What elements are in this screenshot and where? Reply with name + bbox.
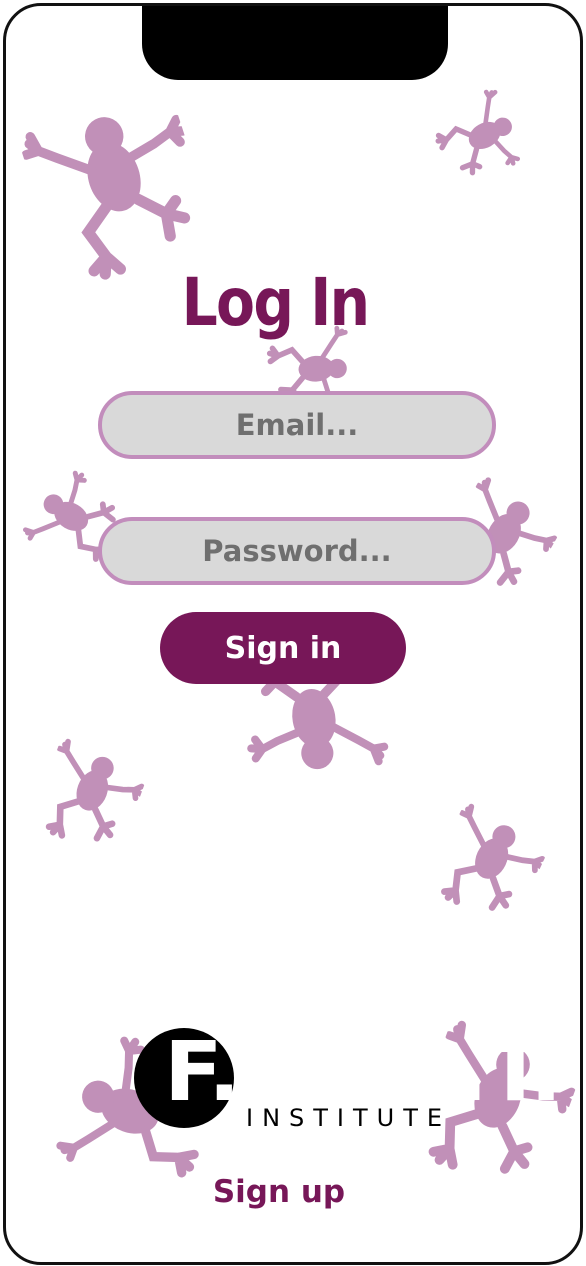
frog-icon (421, 787, 559, 936)
sign-up-link[interactable]: Sign up (6, 1174, 566, 1210)
email-field[interactable] (98, 391, 496, 459)
phone-frame: Log In Sign in F.I.R.S.T. INSTITUTE Sign… (3, 3, 583, 1265)
frog-icon (27, 723, 155, 864)
first-institute-logo: F.I.R.S.T. INSTITUTE (134, 1022, 562, 1134)
logo-subtitle: INSTITUTE (246, 1104, 452, 1132)
frog-icon (417, 67, 547, 207)
password-field[interactable] (98, 517, 496, 585)
device-notch (142, 6, 448, 80)
page-title: Log In (181, 264, 370, 341)
sign-in-button[interactable]: Sign in (160, 612, 406, 684)
